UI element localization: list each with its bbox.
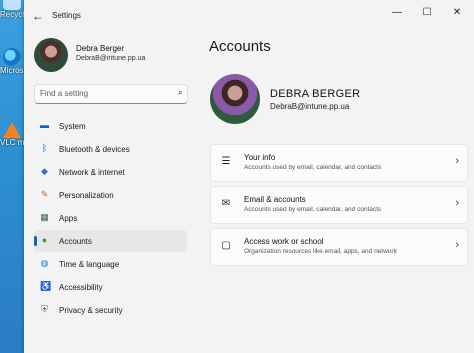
profile-name: Debra Berger — [76, 44, 125, 53]
sidebar-item-privacy-security[interactable]: ⛨ Privacy & security — [34, 299, 187, 321]
person-icon: ● — [41, 235, 48, 245]
page-title: Accounts — [209, 38, 271, 55]
shield-icon: ⛨ — [41, 304, 48, 314]
main-content: Accounts DEBRA BERGER DebraB@intune.pp.u… — [200, 32, 474, 353]
minimize-icon: — — [392, 7, 402, 18]
search-placeholder: Find a setting — [40, 89, 89, 98]
search-icon: ⌕ — [177, 87, 183, 97]
close-button[interactable]: ✕ — [442, 4, 472, 22]
account-avatar — [210, 74, 260, 124]
sidebar-item-label: Time & language — [59, 260, 120, 269]
settings-window: ← Settings — ☐ ✕ Debra Berger DebraB@int… — [24, 0, 474, 353]
nav-list: ▬ System ᛒ Bluetooth & devices ◆ Network… — [34, 115, 187, 322]
sidebar: Debra Berger DebraB@intune.pp.ua Find a … — [24, 32, 194, 353]
arrow-left-icon: ← — [32, 9, 44, 23]
card-your-info[interactable]: ☰ Your info Accounts used by email, cale… — [210, 144, 468, 182]
monitor-icon: ▬ — [40, 120, 49, 130]
sidebar-item-label: Network & internet — [59, 168, 125, 177]
account-email: DebraB@intune.pp.ua — [270, 102, 350, 111]
sidebar-item-accessibility[interactable]: ♿ Accessibility — [34, 276, 187, 298]
sidebar-item-accounts[interactable]: ● Accounts — [34, 230, 187, 252]
active-indicator — [34, 236, 37, 246]
sidebar-item-apps[interactable]: ▦ Apps — [34, 207, 187, 229]
wifi-icon: ◆ — [41, 166, 48, 176]
sidebar-item-label: Apps — [59, 214, 78, 223]
maximize-icon: ☐ — [422, 7, 432, 18]
desktop-icon-label: VLC m play — [0, 138, 24, 147]
card-email-accounts[interactable]: ✉ Email & accounts Accounts used by emai… — [210, 186, 468, 224]
card-subtitle: Accounts used by email, calendar, and co… — [244, 206, 382, 213]
sidebar-item-label: Personalization — [59, 191, 114, 200]
title-bar: ← Settings — ☐ ✕ — [24, 0, 474, 32]
back-button[interactable]: ← — [30, 8, 46, 24]
accessibility-icon: ♿ — [40, 281, 52, 291]
sidebar-item-time-language[interactable]: ◍ Time & language — [34, 253, 187, 275]
chevron-right-icon: › — [455, 155, 459, 167]
desktop-icon-recycle-bin[interactable]: Recycle — [0, 0, 24, 19]
mail-icon: ✉ — [221, 198, 231, 209]
brush-icon: ✎ — [40, 189, 49, 199]
sidebar-item-label: Bluetooth & devices — [59, 145, 130, 154]
desktop-icon-edge[interactable]: Micros Edg — [0, 48, 24, 75]
card-access-work-school[interactable]: ▢ Access work or school Organization res… — [210, 228, 468, 266]
contact-card-icon: ☰ — [221, 156, 231, 167]
bluetooth-icon: ᛒ — [41, 143, 48, 153]
recycle-bin-icon — [3, 0, 21, 10]
sidebar-item-bluetooth[interactable]: ᛒ Bluetooth & devices — [34, 138, 187, 160]
account-name: DEBRA BERGER — [270, 88, 361, 100]
edge-icon — [3, 48, 21, 66]
sidebar-item-label: Accessibility — [59, 283, 103, 292]
globe-clock-icon: ◍ — [40, 258, 49, 268]
minimize-button[interactable]: — — [382, 4, 412, 22]
vlc-icon — [3, 122, 21, 138]
card-subtitle: Organization resources like email, apps,… — [244, 248, 397, 255]
sidebar-item-label: Accounts — [59, 237, 92, 246]
sidebar-item-label: Privacy & security — [59, 306, 123, 315]
maximize-button[interactable]: ☐ — [412, 4, 442, 22]
briefcase-icon: ▢ — [221, 240, 231, 251]
sidebar-item-personalization[interactable]: ✎ Personalization — [34, 184, 187, 206]
card-subtitle: Accounts used by email, calendar, and co… — [244, 164, 382, 171]
desktop-icon-label: Micros Edg — [0, 66, 24, 75]
desktop-icon-label: Recycle — [0, 10, 24, 19]
profile-email: DebraB@intune.pp.ua — [76, 55, 146, 62]
sidebar-item-network[interactable]: ◆ Network & internet — [34, 161, 187, 183]
chevron-right-icon: › — [455, 197, 459, 209]
avatar[interactable] — [34, 38, 68, 72]
card-title: Your info — [244, 153, 276, 162]
search-input[interactable]: Find a setting ⌕ — [34, 84, 188, 104]
window-title: Settings — [52, 11, 81, 20]
sidebar-item-system[interactable]: ▬ System — [34, 115, 187, 137]
close-icon: ✕ — [452, 7, 462, 18]
sidebar-item-label: System — [59, 122, 86, 131]
chevron-right-icon: › — [455, 239, 459, 251]
card-title: Access work or school — [244, 237, 324, 246]
desktop-icon-vlc[interactable]: VLC m play — [0, 122, 24, 147]
card-title: Email & accounts — [244, 195, 306, 204]
apps-icon: ▦ — [40, 212, 49, 222]
